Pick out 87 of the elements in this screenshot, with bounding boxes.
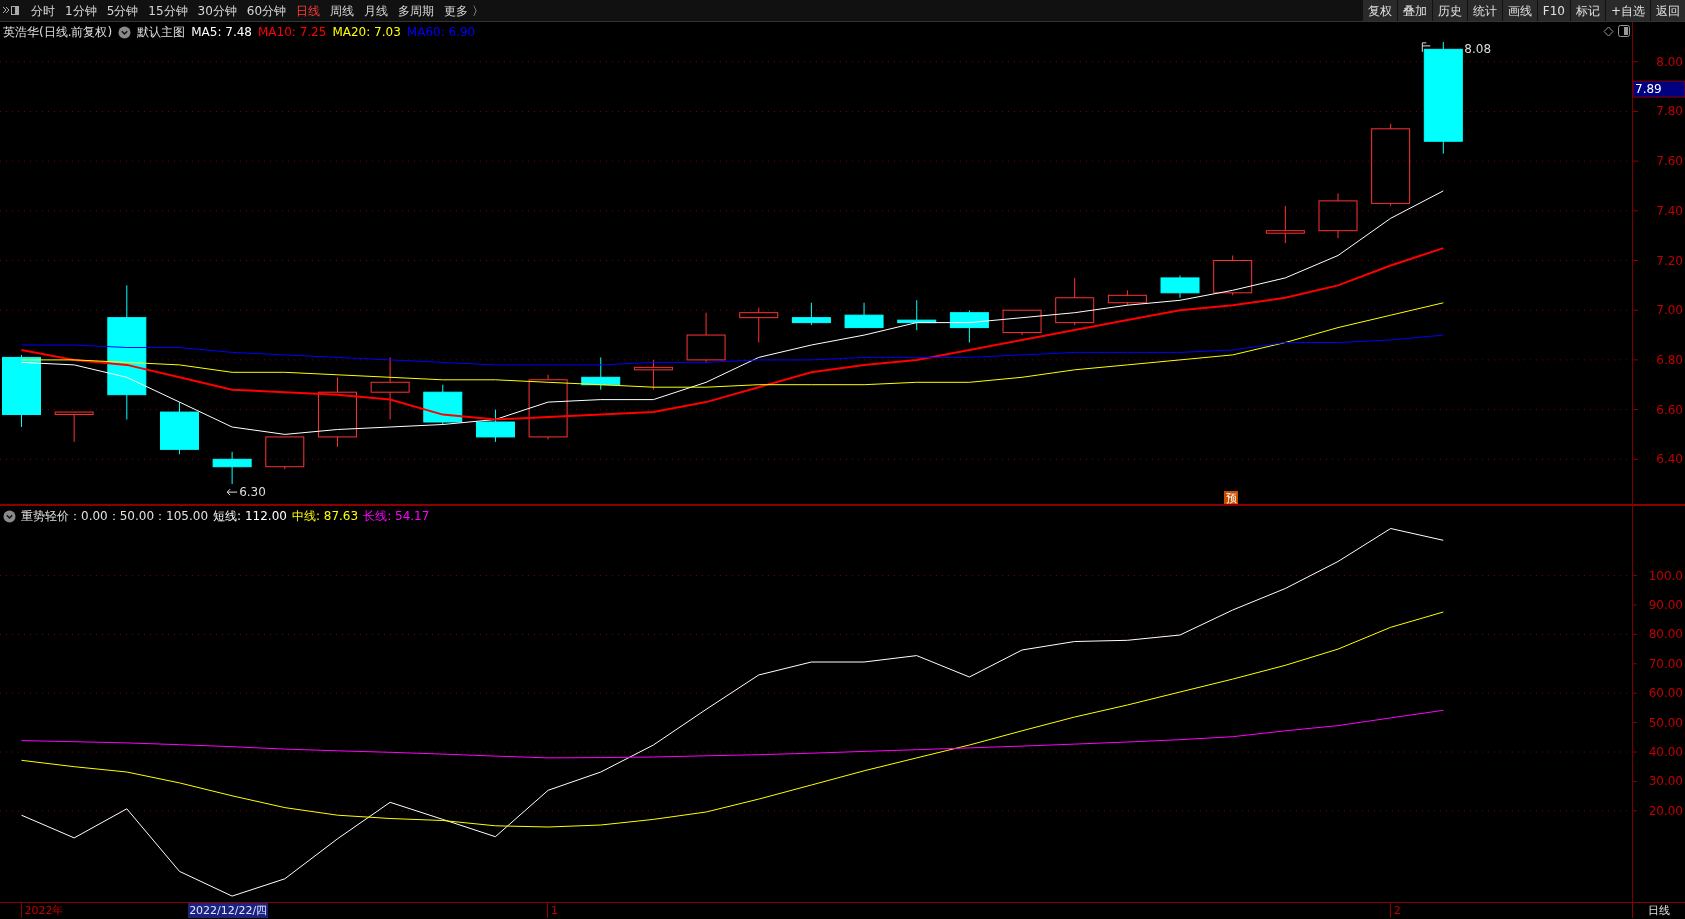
cursor-date-label: 2022/12/22/四 xyxy=(188,903,269,918)
toolbar-button[interactable]: 历史 xyxy=(1431,0,1467,21)
candlestick xyxy=(949,309,989,343)
period-tab[interactable]: 5分钟 xyxy=(101,0,144,21)
candlestick xyxy=(423,384,463,425)
time-axis-label: 2022年 xyxy=(20,903,64,918)
candlestick xyxy=(212,451,252,485)
period-tab[interactable]: 1分钟 xyxy=(60,0,102,21)
axis-label: 7.60 xyxy=(1656,154,1683,169)
toolbar-button[interactable]: 复权 xyxy=(1361,0,1397,21)
candlestick xyxy=(1318,192,1358,239)
axis-label: 80.00 xyxy=(1648,627,1683,642)
candlestick xyxy=(1160,274,1200,299)
time-axis-label: 1 xyxy=(547,903,559,918)
axis-label: 7.40 xyxy=(1656,203,1683,218)
axis-label: 90.00 xyxy=(1648,598,1683,612)
candlestick xyxy=(1002,309,1042,336)
low-price-label: 6.30 xyxy=(239,485,266,500)
legend-value: 中线: 87.63 xyxy=(291,508,359,525)
axis-label: 6.80 xyxy=(1656,352,1683,367)
high-price-label: 8.08 xyxy=(1464,42,1492,56)
indicator-title: 重势轻价：0.00：50.00：105.00 xyxy=(21,508,209,525)
candlestick xyxy=(1055,277,1095,326)
collapse-icon[interactable] xyxy=(2,4,20,17)
axis-label: 7.20 xyxy=(1656,253,1683,268)
template-label: 默认主图 xyxy=(137,24,186,41)
axis-label: 8.00 xyxy=(1656,54,1683,69)
period-label: 日线 xyxy=(1632,903,1685,918)
axis-label: 7.00 xyxy=(1656,303,1683,318)
toolbar-button[interactable]: 统计 xyxy=(1466,0,1502,21)
period-tab[interactable]: 15分钟 xyxy=(143,0,193,21)
candlestick xyxy=(317,376,357,448)
candlestick xyxy=(160,401,199,455)
stock-title: 英浩华(日线.前复权) xyxy=(3,24,113,41)
toolbar-button[interactable]: F10 xyxy=(1536,0,1570,21)
axis-label: 6.60 xyxy=(1656,402,1683,417)
axis-label: 30.00 xyxy=(1648,774,1683,789)
axis-label: 70.00 xyxy=(1648,656,1683,671)
candlestick xyxy=(581,356,621,391)
period-tab[interactable]: 更多 〉 xyxy=(439,0,489,21)
period-tab[interactable]: 30分钟 xyxy=(192,0,242,21)
toolbar-button[interactable]: 返回 xyxy=(1650,0,1685,21)
candlestick xyxy=(370,356,410,421)
forecast-badge: 预 xyxy=(1224,491,1238,504)
flag-icon xyxy=(1421,42,1431,53)
toolbar-button[interactable]: 叠加 xyxy=(1396,0,1432,21)
axis-label: 60.00 xyxy=(1648,686,1683,701)
legend-value: MA20: 7.03 xyxy=(332,24,401,41)
time-axis-label: 2 xyxy=(1389,903,1401,918)
toolbar-button[interactable]: 画线 xyxy=(1501,0,1537,21)
candlestick xyxy=(1107,289,1147,306)
candlestick xyxy=(739,307,779,343)
period-tab[interactable]: 多周期 xyxy=(393,0,440,21)
axis-label: 100.0 xyxy=(1648,568,1683,583)
period-tab[interactable]: 日线 xyxy=(291,0,326,21)
legend-value: MA5: 7.48 xyxy=(191,24,252,41)
chevron-down-icon[interactable] xyxy=(3,509,16,523)
legend-value: 长线: 54.17 xyxy=(363,508,430,525)
candlestick xyxy=(1265,205,1305,244)
axis-label: 7.80 xyxy=(1656,104,1683,119)
panel-toggle-icon[interactable] xyxy=(1618,25,1630,37)
candlestick xyxy=(633,359,673,391)
period-tab[interactable]: 分时 xyxy=(26,0,60,21)
period-tab[interactable]: 月线 xyxy=(359,0,394,21)
candlestick xyxy=(791,302,831,326)
candlestick xyxy=(528,374,568,440)
candlestick xyxy=(844,302,884,329)
axis-label: 50.00 xyxy=(1648,715,1683,730)
candlestick xyxy=(54,411,94,443)
candlestick xyxy=(265,436,305,470)
legend-value: 短线: 112.00 xyxy=(213,508,287,525)
toolbar-button[interactable]: 标记 xyxy=(1569,0,1605,21)
candlestick xyxy=(475,409,515,443)
arrow-icon xyxy=(226,488,238,496)
candlestick xyxy=(1213,255,1253,296)
current-price-tag: 7.89 xyxy=(1632,80,1685,98)
legend-value: MA60: 6.90 xyxy=(406,24,476,41)
axis-label: 20.00 xyxy=(1648,803,1683,818)
chevron-down-icon[interactable] xyxy=(118,25,132,39)
legend-value: MA10: 7.25 xyxy=(257,24,327,41)
axis-label: 6.40 xyxy=(1656,452,1683,467)
axis-label: 40.00 xyxy=(1648,745,1683,759)
candlestick xyxy=(686,312,726,363)
toolbar-button[interactable]: +自选 xyxy=(1604,0,1650,21)
candlestick xyxy=(897,299,937,331)
period-tab[interactable]: 60分钟 xyxy=(241,0,292,21)
period-tab[interactable]: 周线 xyxy=(325,0,360,21)
